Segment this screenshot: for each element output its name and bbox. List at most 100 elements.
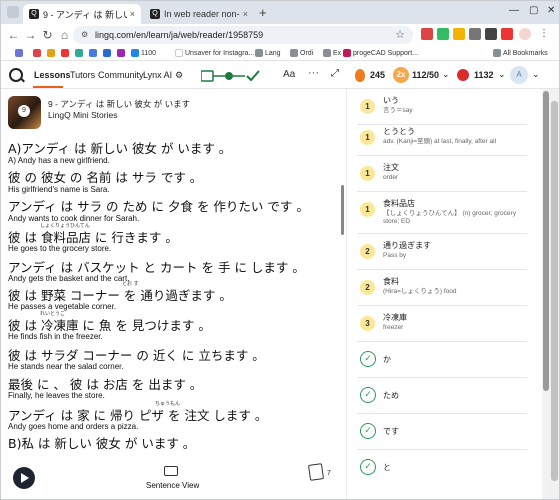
list-item[interactable]: ✓ と <box>357 450 527 486</box>
sentence-jp[interactable]: A)アンディ は 新しい 彼女 が います 。 <box>8 138 231 157</box>
term-meaning: freezer <box>383 324 404 331</box>
sentence-jp[interactable]: アンディ は サラ の ため に 夕食 を 作りたい です 。 <box>8 196 309 215</box>
list-item[interactable]: 1 とうとう adv. (Kanji=至頭) at last, finally,… <box>357 120 527 156</box>
bookmark-ordi[interactable]: Ordi <box>290 49 313 57</box>
status-badge[interactable]: 2 <box>360 244 375 259</box>
status-badge[interactable]: 2 <box>360 280 375 295</box>
chevron-down-icon[interactable]: ⌄ <box>498 69 506 80</box>
extension-red-icon[interactable] <box>421 28 433 40</box>
page-scroll-thumb[interactable] <box>551 101 558 481</box>
sentence-jp[interactable]: B)私 は 新しい 彼女 が います 。 <box>8 433 195 452</box>
list-item[interactable]: 2 通り過ぎます Pass by <box>357 234 527 270</box>
play-audio-button[interactable] <box>13 467 35 489</box>
list-item[interactable]: 1 注文 order <box>357 156 527 192</box>
bookmark-ex[interactable]: Ex <box>323 49 341 57</box>
status-badge[interactable]: 1 <box>360 99 375 114</box>
list-item[interactable]: ✓ ため <box>357 378 527 414</box>
extension-green-icon[interactable] <box>437 28 449 40</box>
site-info-icon[interactable]: ⚙ <box>81 30 90 39</box>
known-check-icon[interactable]: ✓ <box>360 351 376 367</box>
browser-window: Q 9 - アンディ は 新しい 彼女 が い × Q In web reade… <box>0 0 560 500</box>
page-scrollbar[interactable] <box>549 89 559 499</box>
maximize-icon[interactable]: ▢ <box>529 5 538 16</box>
list-item[interactable]: ✓ です <box>357 414 527 450</box>
back-icon[interactable]: ← <box>5 28 22 42</box>
known-check-icon[interactable]: ✓ <box>360 387 376 403</box>
nav-lynx-ai[interactable]: Lynx AI <box>143 70 172 80</box>
bookmark-lang[interactable]: Lang <box>255 49 281 57</box>
bookmark-youtube[interactable] <box>61 49 71 57</box>
multiplier-badge[interactable]: 2x <box>393 67 409 83</box>
site-icon <box>103 49 111 57</box>
all-bookmarks-button[interactable]: All Bookmarks <box>493 49 548 57</box>
minimize-icon[interactable]: — <box>509 5 519 16</box>
course-title[interactable]: LingQ Mini Stories <box>48 110 117 120</box>
bookmark-1100[interactable]: 1100 <box>131 49 156 57</box>
nav-lessons[interactable]: Lessons <box>34 70 71 80</box>
status-badge[interactable]: 1 <box>360 202 375 217</box>
forward-icon[interactable]: → <box>22 28 39 42</box>
sentence-view-button[interactable]: Sentence View <box>146 481 199 490</box>
bookmark-site[interactable] <box>89 49 99 57</box>
chevron-down-icon[interactable]: ⌄ <box>442 69 450 80</box>
extension-gray-icon[interactable] <box>469 28 481 40</box>
lesson-settings-icon[interactable]: ⚙ <box>175 70 183 81</box>
bookmark-progecad[interactable]: progeCAD Support... <box>343 49 418 57</box>
tab-search-button[interactable] <box>7 6 19 18</box>
term-meaning: 言う＝say <box>383 107 413 114</box>
bookmark-apps[interactable] <box>15 49 25 57</box>
list-item[interactable]: 3 冷凍庫 freezer <box>357 306 527 342</box>
bookmark-star-icon[interactable]: ☆ <box>395 28 405 41</box>
site-icon <box>175 49 183 57</box>
term: 通り過ぎます <box>383 241 431 250</box>
sentence-translation: His girlfriend's name is Sara. <box>8 185 110 194</box>
font-size-button[interactable]: Aa <box>283 69 295 80</box>
known-words-count[interactable]: 1132 <box>474 70 494 80</box>
tab-lingq-lesson[interactable]: Q 9 - アンディ は 新しい 彼女 が い × <box>23 4 141 24</box>
bookmark-unsaver[interactable]: Unsaver for Instagra... <box>175 49 254 57</box>
extension-badge-icon[interactable] <box>501 28 513 40</box>
bookmark-folder[interactable] <box>47 49 57 57</box>
avatar[interactable]: A <box>510 66 528 84</box>
chevron-down-icon[interactable]: ⌄ <box>532 69 540 80</box>
close-tab-icon[interactable]: × <box>243 9 248 19</box>
bookmark-gmail[interactable] <box>33 49 43 57</box>
lesson-progress-icon[interactable] <box>201 70 261 82</box>
expand-icon[interactable]: ⤢ <box>331 68 339 79</box>
coins-count[interactable]: 245 <box>370 70 385 80</box>
extension-yellow-icon[interactable] <box>453 28 465 40</box>
more-menu-button[interactable]: ··· <box>308 67 319 79</box>
lingq-logo-icon[interactable] <box>9 68 23 82</box>
daily-goal-counter[interactable]: 112/50 <box>412 70 439 80</box>
bookmark-site[interactable] <box>117 49 127 57</box>
tab-forum-post[interactable]: Q In web reader non-synchronis × <box>144 4 254 24</box>
home-icon[interactable]: ⌂ <box>56 28 73 42</box>
folder-icon <box>290 49 298 57</box>
extensions-puzzle-icon[interactable] <box>485 28 497 40</box>
known-check-icon[interactable]: ✓ <box>360 459 376 475</box>
new-tab-button[interactable]: + <box>259 5 267 20</box>
close-tab-icon[interactable]: × <box>130 9 135 19</box>
close-window-icon[interactable]: ✕ <box>547 5 555 16</box>
browser-menu-icon[interactable]: ⋮ <box>539 28 551 40</box>
address-bar[interactable]: ⚙ lingq.com/en/learn/ja/web/reader/19587… <box>73 26 413 44</box>
nav-tutors[interactable]: Tutors <box>70 70 95 80</box>
sentence-jp[interactable]: 彼 の 彼女 の 名前 は サラ です 。 <box>8 167 202 186</box>
url-text: lingq.com/en/learn/ja/web/reader/1958759 <box>95 30 264 40</box>
reader-scrollbar[interactable] <box>341 185 344 235</box>
lesson-thumbnail: 9 <box>8 96 41 129</box>
status-badge[interactable]: 1 <box>360 166 375 181</box>
status-badge[interactable]: 3 <box>360 316 375 331</box>
list-item[interactable]: 1 食料品店 【しょくりょうひんてん】 (n) grocer; grocery … <box>357 192 527 234</box>
flashcards-icon[interactable] <box>307 463 325 481</box>
bookmark-site[interactable] <box>103 49 113 57</box>
sentence-view-icon[interactable] <box>164 466 178 476</box>
profile-icon[interactable] <box>519 28 531 40</box>
bookmark-maps[interactable] <box>75 49 85 57</box>
list-item[interactable]: ✓ か <box>357 342 527 378</box>
nav-community[interactable]: Community <box>98 70 144 80</box>
known-check-icon[interactable]: ✓ <box>360 423 376 439</box>
reload-icon[interactable]: ↻ <box>39 28 56 42</box>
status-badge[interactable]: 1 <box>360 130 375 145</box>
list-item[interactable]: 2 食料 (Hira=しょくりょう) food <box>357 270 527 306</box>
